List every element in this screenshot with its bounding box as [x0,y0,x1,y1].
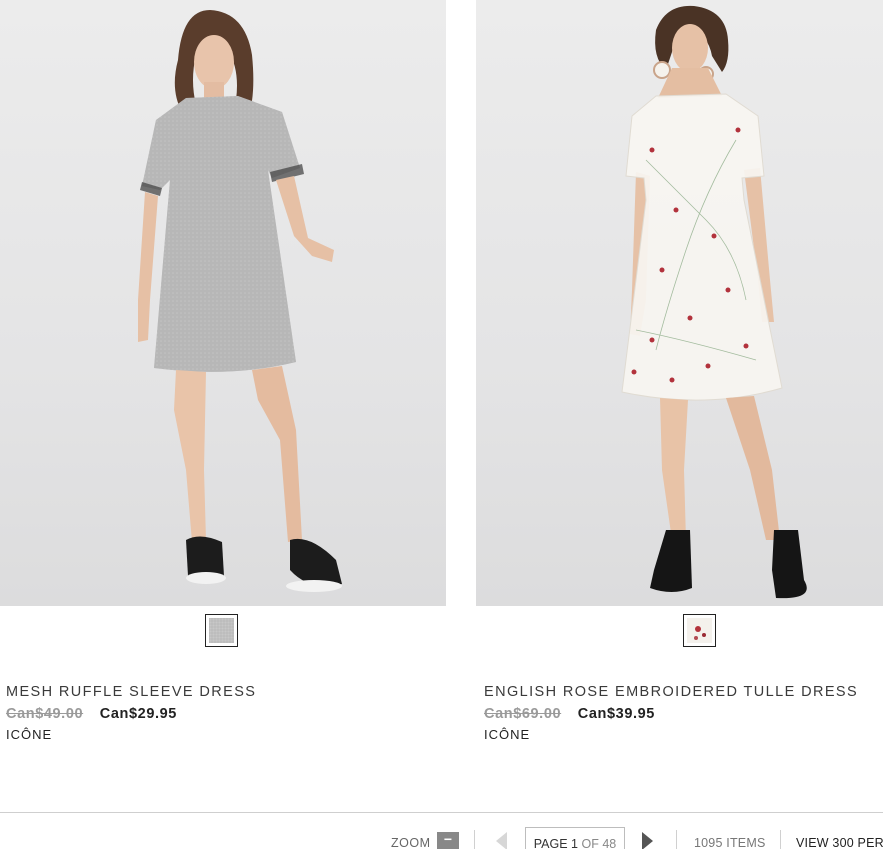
product-image[interactable] [0,0,446,606]
view-per-page-link[interactable]: VIEW 300 PER [796,836,883,849]
separator [676,830,677,849]
price-row: Can$69.00 Can$39.95 [484,706,883,722]
current-page: 1 [571,837,578,849]
separator [474,830,475,849]
swatch-chip [209,618,234,643]
color-swatch[interactable] [683,614,716,647]
brand-name: ICÔNE [6,727,53,742]
previous-page-icon[interactable] [496,832,507,849]
zoom-label: ZOOM [391,836,431,849]
product-info: ENGLISH ROSE EMBROIDERED TULLE DRESS Can… [484,684,883,742]
pagination-bar: ZOOM − PAGE 1 OF 48 1095 ITEMS VIEW 300 … [0,826,883,849]
model-photo-tulle-dress [621,5,807,599]
product-card[interactable]: MESH RUFFLE SLEEVE DRESS Can$49.00 Can$2… [0,0,446,742]
product-card[interactable]: ENGLISH ROSE EMBROIDERED TULLE DRESS Can… [476,0,883,742]
color-swatch[interactable] [205,614,238,647]
product-info: MESH RUFFLE SLEEVE DRESS Can$49.00 Can$2… [6,684,446,742]
product-name[interactable]: ENGLISH ROSE EMBROIDERED TULLE DRESS [484,684,883,700]
next-page-icon[interactable] [642,832,653,849]
total-pages: OF 48 [581,837,617,849]
original-price: Can$69.00 [484,706,562,722]
items-count: 1095 ITEMS [694,836,766,849]
swatch-chip [687,618,712,643]
zoom-out-button[interactable]: − [437,832,459,849]
price-row: Can$49.00 Can$29.95 [6,706,446,722]
sale-price: Can$29.95 [99,706,177,722]
pager-divider [0,812,883,813]
brand-name: ICÔNE [484,727,531,742]
separator [780,830,781,849]
product-image[interactable] [476,0,883,606]
model-photo-grey-dress [138,10,342,592]
product-name[interactable]: MESH RUFFLE SLEEVE DRESS [6,684,446,700]
page-indicator[interactable]: PAGE 1 OF 48 [525,827,625,849]
sale-price: Can$39.95 [577,706,655,722]
original-price: Can$49.00 [6,706,84,722]
product-grid-page: MESH RUFFLE SLEEVE DRESS Can$49.00 Can$2… [0,0,883,849]
page-prefix: PAGE [533,837,568,849]
